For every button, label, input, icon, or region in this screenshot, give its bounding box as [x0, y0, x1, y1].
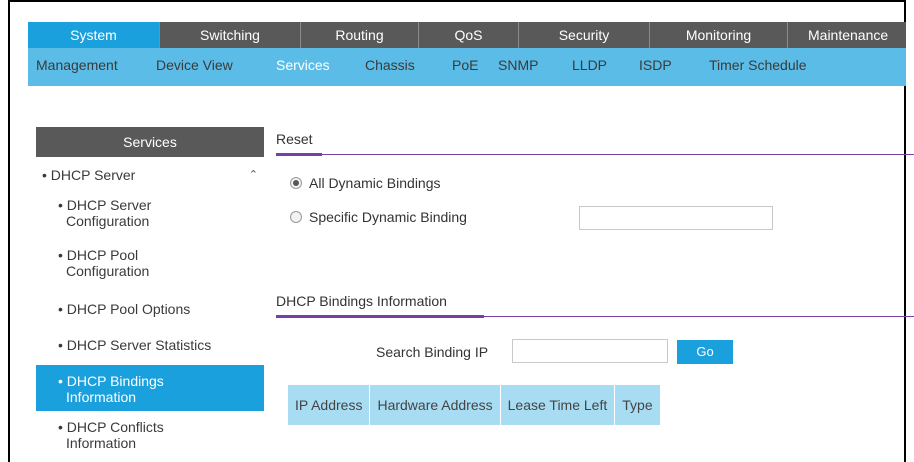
- main-nav: System Switching Routing QoS Security Mo…: [28, 22, 906, 48]
- column-lease-time-left: Lease Time Left: [501, 385, 616, 425]
- sidebar-item-dhcp-conflicts-information[interactable]: • DHCP Conflicts Information: [36, 411, 264, 459]
- go-button[interactable]: Go: [677, 340, 733, 364]
- search-binding-ip-label: Search Binding IP: [376, 344, 489, 360]
- sidebar-item-label-2: Information: [66, 389, 137, 405]
- sidebar-group-label: • DHCP Server: [42, 167, 136, 183]
- subtab-lldp[interactable]: LLDP: [572, 54, 607, 76]
- subtab-timer-schedule[interactable]: Timer Schedule: [709, 54, 807, 76]
- tab-system[interactable]: System: [28, 22, 160, 48]
- subtab-snmp[interactable]: SNMP: [498, 54, 538, 76]
- column-type: Type: [622, 397, 653, 413]
- sidebar-item-dhcp-pool-configuration[interactable]: • DHCP Pool Configuration: [36, 241, 264, 291]
- sidebar-item-label: • DHCP Server Statistics: [58, 337, 212, 353]
- reset-section-title: Reset: [276, 131, 313, 147]
- search-binding-ip-input[interactable]: [512, 339, 668, 363]
- column-ip-address: IP Address: [288, 385, 371, 425]
- sidebar-item-dhcp-server-configuration[interactable]: • DHCP Server Configuration: [36, 189, 264, 241]
- sidebar-group-dhcp-server[interactable]: • DHCP Server ⌃: [36, 163, 264, 189]
- sidebar-item-label: • DHCP Pool Options: [58, 301, 191, 317]
- specific-binding-input[interactable]: [579, 206, 773, 230]
- radio-specific-dynamic-binding[interactable]: Specific Dynamic Binding: [290, 209, 467, 225]
- tab-maintenance[interactable]: Maintenance: [788, 22, 906, 48]
- column-hardware-address: Hardware Address: [370, 385, 501, 425]
- sidebar-header: Services: [36, 127, 264, 157]
- sidebar-item-dhcp-bindings-information[interactable]: • DHCP Bindings Information: [36, 365, 264, 411]
- subtab-management[interactable]: Management: [36, 54, 118, 76]
- reset-divider: [276, 154, 914, 155]
- subtab-device-view[interactable]: Device View: [156, 54, 233, 76]
- sub-nav: Management Device View Services Chassis …: [28, 48, 906, 86]
- sidebar-item-label-2: Configuration: [66, 213, 150, 229]
- sidebar: Services • DHCP Server ⌃ • DHCP Server C…: [36, 127, 264, 459]
- subtab-services[interactable]: Services: [276, 54, 330, 76]
- sidebar-item-label: • DHCP Pool: [58, 247, 139, 263]
- radio-selected-icon[interactable]: [290, 177, 302, 189]
- subtab-poe[interactable]: PoE: [452, 54, 478, 76]
- tab-monitoring[interactable]: Monitoring: [650, 22, 788, 48]
- sidebar-item-label-2: Configuration: [66, 263, 150, 279]
- tab-routing[interactable]: Routing: [301, 22, 419, 48]
- bindings-section-title: DHCP Bindings Information: [276, 293, 447, 309]
- radio-label: Specific Dynamic Binding: [309, 209, 467, 225]
- bindings-title-underline: [276, 315, 484, 318]
- bindings-table-header: IP Address Hardware Address Lease Time L…: [288, 385, 660, 425]
- reset-title-underline: [276, 153, 322, 156]
- sidebar-item-label: • DHCP Bindings: [58, 373, 164, 389]
- sidebar-item-dhcp-server-statistics[interactable]: • DHCP Server Statistics: [36, 327, 264, 365]
- subtab-isdp[interactable]: ISDP: [639, 54, 672, 76]
- radio-label: All Dynamic Bindings: [309, 175, 441, 191]
- sidebar-item-label: • DHCP Conflicts: [58, 419, 164, 435]
- subtab-chassis[interactable]: Chassis: [365, 54, 415, 76]
- sidebar-item-dhcp-pool-options[interactable]: • DHCP Pool Options: [36, 291, 264, 327]
- sidebar-item-label-2: Information: [66, 435, 137, 451]
- chevron-up-icon[interactable]: ⌃: [249, 167, 258, 183]
- tab-switching[interactable]: Switching: [160, 22, 301, 48]
- tab-qos[interactable]: QoS: [419, 22, 519, 48]
- radio-unselected-icon[interactable]: [290, 211, 302, 223]
- tab-security[interactable]: Security: [519, 22, 650, 48]
- sidebar-item-label: • DHCP Server: [58, 197, 152, 213]
- radio-all-dynamic-bindings[interactable]: All Dynamic Bindings: [290, 175, 441, 191]
